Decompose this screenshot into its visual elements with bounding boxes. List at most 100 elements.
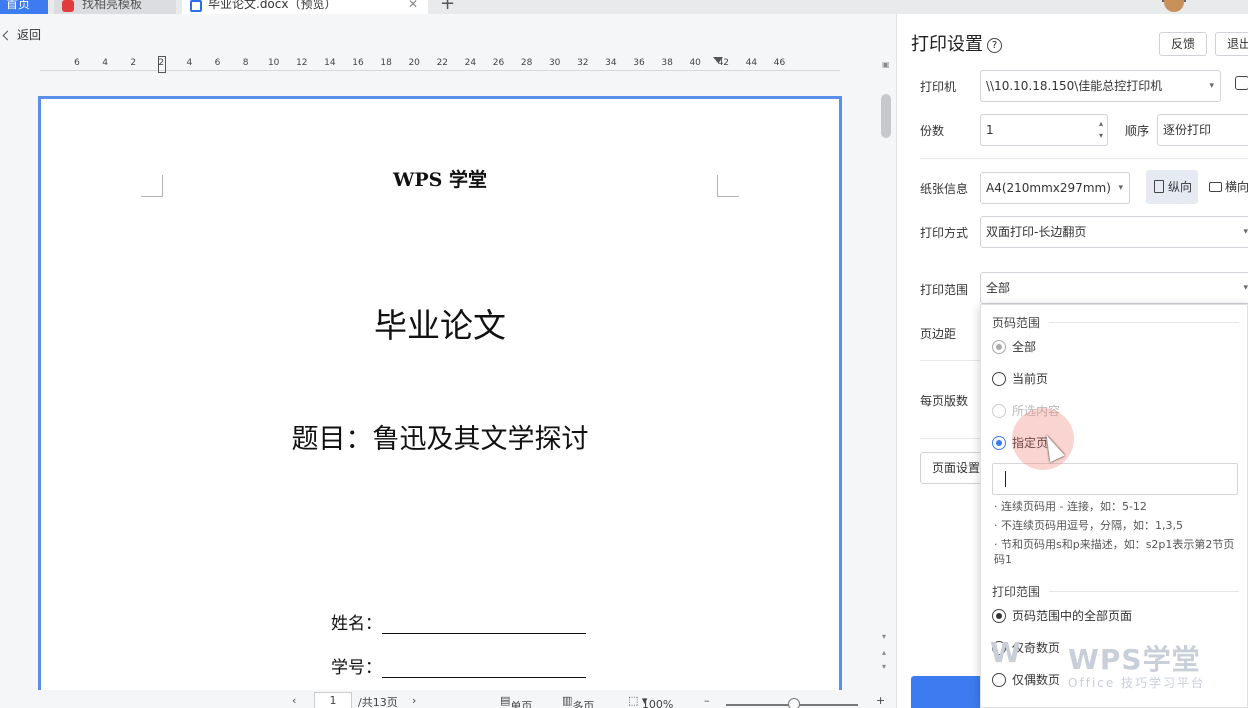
page-number-input[interactable]: 1 <box>314 692 352 708</box>
radio-dot <box>992 372 1006 386</box>
ruler-number: 2 <box>130 58 137 68</box>
prev-page-icon[interactable]: ▴ <box>882 648 886 657</box>
new-tab-button[interactable]: + <box>440 0 455 14</box>
ruler-number: 10 <box>267 58 280 68</box>
zoom-control[interactable]: ⬚ 100% ▾ <box>628 694 673 708</box>
ruler: 6 4 2 2 4 6 8 10 12 14 16 18 20 22 24 26 28 30 32 34 36 38 40 4… <box>40 56 840 74</box>
feedback-button[interactable]: 反馈 <box>1159 32 1207 56</box>
printer-select[interactable]: \\10.10.18.150\佳能总控打印机 ▾ <box>980 70 1221 102</box>
ruler-number: 30 <box>548 58 561 68</box>
multi-page-button[interactable]: ▥ 多页 <box>562 694 594 708</box>
left-indent-marker[interactable] <box>157 56 167 74</box>
zoom-in-button[interactable]: + <box>876 694 885 707</box>
specified-pages-input[interactable] <box>992 463 1238 495</box>
portrait-icon <box>1154 180 1164 193</box>
tab-template[interactable]: 找相亮模板 <box>54 0 176 14</box>
back-label: 返回 <box>17 28 42 42</box>
doc-header: WPS 学堂 <box>393 169 487 191</box>
divider <box>920 158 1248 159</box>
chevron-down-icon: ▾ <box>1243 227 1248 237</box>
landscape-icon <box>1209 182 1222 192</box>
section-divider <box>1049 322 1239 323</box>
tab-document[interactable]: 毕业论文.docx（预览） ✕ <box>182 0 428 14</box>
right-indent-marker[interactable] <box>713 56 723 74</box>
single-page-button[interactable]: ▤ 单页 <box>500 694 532 708</box>
tab-home[interactable]: 首页 <box>0 0 48 14</box>
print-method-value: 双面打印-长边翻页 <box>986 225 1087 239</box>
hint-consecutive: · 连续页码用 - 连接，如：5-12 <box>994 500 1147 513</box>
hint-section: · 节和页码用s和p来描述，如：s2p1表示第2节页码1 <box>994 538 1235 566</box>
ruler-number: 32 <box>577 58 589 68</box>
radio-all[interactable]: 全部 <box>992 338 1036 356</box>
next-page-button[interactable]: › <box>412 694 416 707</box>
watermark-brand: WPS学堂 <box>1068 643 1201 676</box>
vertical-scrollbar[interactable]: ▣ ▾ ▴ ▾ <box>878 58 894 688</box>
ruler-number: 14 <box>324 58 336 68</box>
ruler-number: 8 <box>242 58 249 68</box>
printer-icon[interactable] <box>1235 76 1248 90</box>
back-button[interactable]: 返回 <box>0 26 41 44</box>
copies-value: 1 <box>986 123 994 137</box>
zoom-value: 100% <box>641 698 674 708</box>
next-page-icon[interactable]: ▾ <box>882 662 886 671</box>
radio-dot <box>992 609 1006 623</box>
zoom-out-button[interactable]: – <box>704 694 710 707</box>
margin-label: 页边距 <box>920 327 957 341</box>
order-select[interactable]: 逐份打印 <box>1157 114 1248 146</box>
single-page-label: 单页 <box>510 700 533 708</box>
ruler-number: 24 <box>464 58 477 68</box>
ruler-number: 6 <box>74 58 80 68</box>
print-button[interactable] <box>911 676 981 708</box>
text-cursor <box>1005 471 1006 487</box>
per-page-label: 每页版数 <box>920 394 969 408</box>
exit-button[interactable]: 退出 <box>1215 32 1248 56</box>
radio-all-pages[interactable]: 页码范围中的全部页面 <box>992 607 1132 625</box>
scroll-up-icon[interactable]: ▣ <box>882 60 890 69</box>
decrement-icon[interactable]: ▾ <box>1099 132 1103 140</box>
doc-subtitle: 题目：鲁迅及其文学探讨 <box>291 424 589 455</box>
doc-title: 毕业论文 <box>374 306 506 345</box>
ruler-number: 44 <box>745 58 758 68</box>
tab-template-label: 找相亮模板 <box>82 0 143 11</box>
portrait-button[interactable]: 纵向 <box>1146 170 1198 204</box>
page-range-heading: 页码范围 <box>992 316 1041 330</box>
field-name-line <box>382 616 586 634</box>
status-bar: ‹ 1 /共13页 › ▤ 单页 ▥ 多页 ⬚ 100% ▾ – + <box>0 690 896 708</box>
field-id: 学号： <box>331 653 586 678</box>
ruler-number: 16 <box>352 58 364 68</box>
document-icon <box>190 0 202 12</box>
avatar[interactable] <box>1164 0 1184 12</box>
section-divider <box>1049 591 1239 592</box>
watermark: W WPS学堂 Office 技巧学习平台 <box>990 636 1230 692</box>
document-page: WPS 学堂 毕业论文 题目：鲁迅及其文学探讨 姓名： 学号： <box>38 96 842 708</box>
increment-icon[interactable]: ▴ <box>1099 120 1103 128</box>
hint-nonconsecutive: · 不连续页码用逗号，分隔，如：1,3,5 <box>994 519 1183 532</box>
radio-current-page[interactable]: 当前页 <box>992 370 1048 388</box>
landscape-button[interactable]: 横向 <box>1203 170 1248 204</box>
close-icon[interactable]: ✕ <box>408 0 418 14</box>
help-icon[interactable]: ? <box>987 38 1002 53</box>
indent-box <box>158 56 166 73</box>
tab-strip: 首页 找相亮模板 毕业论文.docx（预览） ✕ + <box>0 0 1248 14</box>
chevron-down-icon: ▾ <box>1243 283 1248 293</box>
tab-document-label: 毕业论文.docx（预览） <box>208 0 337 11</box>
scroll-thumb[interactable] <box>881 94 891 138</box>
print-method-select[interactable]: 双面打印-长边翻页 ▾ <box>980 216 1248 248</box>
ruler-number: 6 <box>214 58 221 68</box>
scroll-down-icon[interactable]: ▾ <box>882 632 886 641</box>
template-icon <box>62 0 74 12</box>
portrait-label: 纵向 <box>1168 180 1193 194</box>
prev-page-button[interactable]: ‹ <box>292 694 296 707</box>
copies-stepper[interactable]: 1 ▴ ▾ <box>980 114 1108 146</box>
panel-title-text: 打印设置 <box>911 34 983 55</box>
chevron-left-icon <box>2 30 13 41</box>
field-name: 姓名： <box>331 609 586 634</box>
paper-select[interactable]: A4(210mmx297mm) ▾ <box>980 172 1130 204</box>
print-range-label: 打印范围 <box>920 283 969 297</box>
print-range-select[interactable]: 全部 ▾ <box>980 272 1248 304</box>
print-method-label: 打印方式 <box>920 226 969 240</box>
ruler-number: 34 <box>605 58 617 68</box>
zoom-slider-knob[interactable] <box>788 698 800 708</box>
total-pages: /共13页 <box>358 696 398 708</box>
ruler-number: 20 <box>408 58 420 68</box>
